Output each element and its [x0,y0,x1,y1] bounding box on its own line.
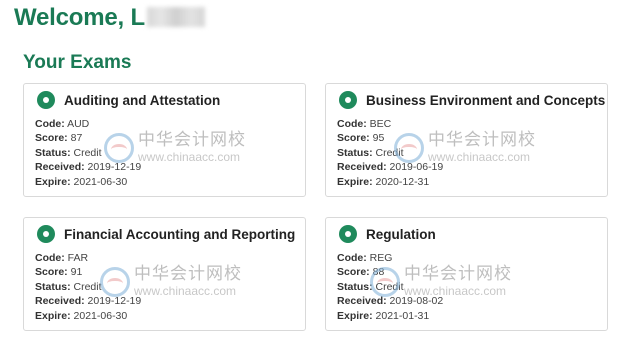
exam-score: 91 [70,266,83,279]
exam-expire: 2021-06-30 [73,175,128,188]
welcome-heading: Welcome, L [14,4,205,32]
exam-received: 2019-12-19 [87,161,142,174]
status-label: Status: [337,146,373,159]
code-label: Code: [337,118,367,130]
expire-label: Expire: [337,309,373,322]
watermark-cn: 中华会计网校 [428,130,536,150]
watermark-url: www.chinaacc.com [428,150,531,164]
watermark-url: www.chinaacc.com [134,284,237,298]
watermark-url: www.chinaacc.com [138,150,241,164]
code-label: Code: [35,252,65,264]
exam-card-far[interactable]: Financial Accounting and Reporting Code:… [23,217,306,331]
exam-expire: 2021-01-31 [375,309,430,322]
code-label: Code: [337,252,367,264]
exam-title: Regulation [366,226,436,242]
watermark-cn: 中华会计网校 [134,264,242,284]
exam-code: FAR [67,252,89,264]
exam-status: Credit [73,146,102,159]
exam-received: 2019-08-02 [389,295,444,308]
expire-label: Expire: [337,175,373,188]
exam-card-aud[interactable]: Auditing and Attestation Code: AUD Score… [23,83,306,197]
exam-code: BEC [369,118,392,130]
exam-title: Auditing and Attestation [64,92,221,108]
expire-label: Expire: [35,309,71,322]
exam-title: Business Environment and Concepts [366,92,606,108]
status-dot-icon [339,91,357,109]
status-label: Status: [337,280,373,293]
exam-code: AUD [67,118,90,130]
welcome-text: Welcome, L [14,4,145,31]
exam-expire: 2021-06-30 [73,309,128,322]
score-label: Score: [337,132,370,145]
exam-title: Financial Accounting and Reporting [64,226,296,242]
exam-score: 88 [372,266,385,279]
status-label: Status: [35,146,71,159]
exam-received: 2019-06-19 [389,161,444,174]
exam-card-reg[interactable]: Regulation Code: REG Score: 88 Status: C… [325,217,608,331]
received-label: Received: [35,295,85,308]
exam-code: REG [369,252,393,264]
expire-label: Expire: [35,175,71,188]
exam-score: 95 [372,132,385,145]
exam-card-bec[interactable]: Business Environment and Concepts Code: … [325,83,608,197]
received-label: Received: [337,295,387,308]
status-dot-icon [37,225,55,243]
status-dot-icon [37,91,55,109]
watermark-cn: 中华会计网校 [138,130,246,150]
exam-status: Credit [375,280,404,293]
code-label: Code: [35,118,65,130]
received-label: Received: [35,161,85,174]
received-label: Received: [337,161,387,174]
score-label: Score: [35,132,68,145]
exam-expire: 2020-12-31 [375,175,430,188]
status-label: Status: [35,280,71,293]
exam-received: 2019-12-19 [87,295,142,308]
section-title: Your Exams [23,52,132,73]
redacted-name [146,7,205,27]
exam-score: 87 [70,132,83,145]
exam-status: Credit [73,280,102,293]
score-label: Score: [337,266,370,279]
exam-status: Credit [375,146,404,159]
status-dot-icon [339,225,357,243]
score-label: Score: [35,266,68,279]
